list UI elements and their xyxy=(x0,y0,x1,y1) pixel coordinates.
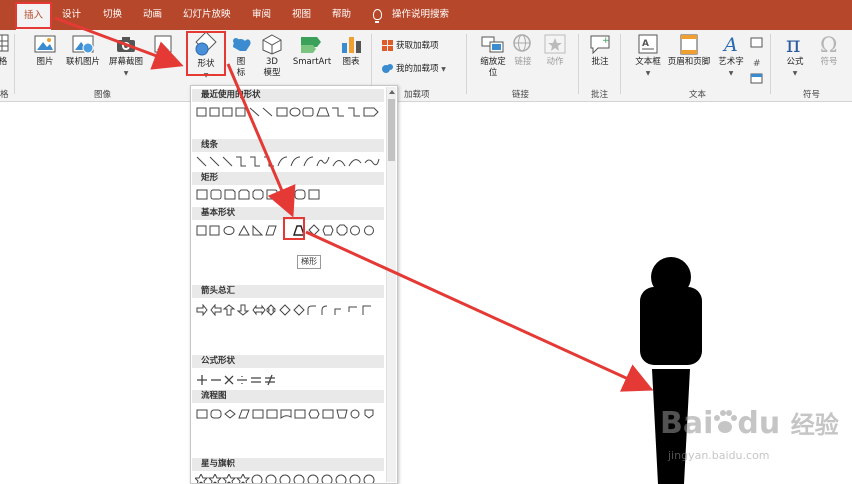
paw-icon xyxy=(714,410,738,433)
arrow-to-trapezoid xyxy=(226,63,296,218)
watermark-url: jingyan.baidu.com xyxy=(668,449,770,462)
watermark-brand: Bai du 经验 xyxy=(660,406,839,441)
arrow-to-shapes xyxy=(54,16,184,70)
arrow-to-figure xyxy=(305,230,654,392)
